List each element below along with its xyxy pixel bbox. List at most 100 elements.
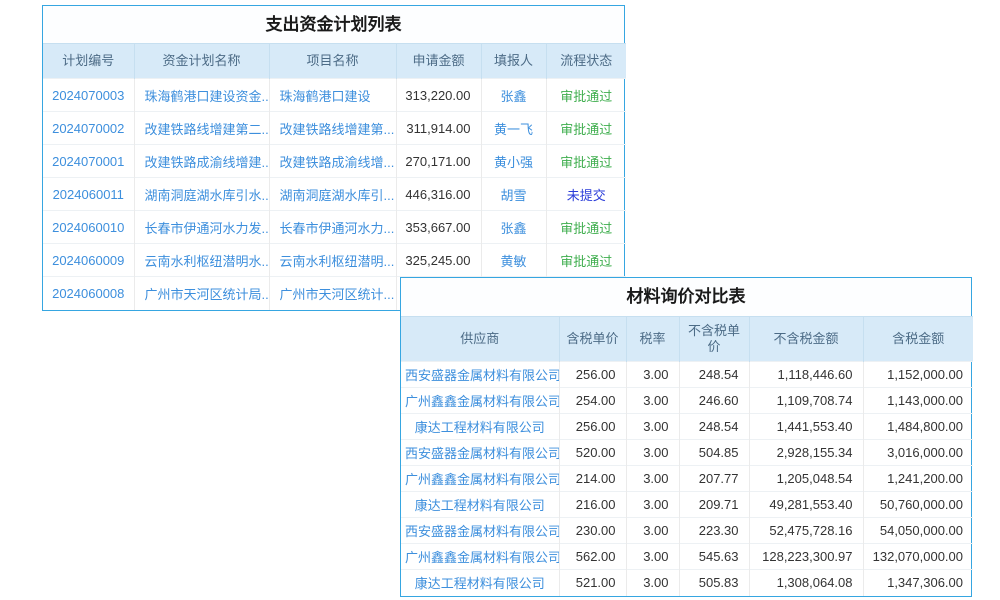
tax-rate-cell: 3.00 bbox=[626, 518, 679, 544]
unit-price-no-tax-cell: 209.71 bbox=[679, 492, 749, 518]
plan-name-cell[interactable]: 长春市伊通河水力发... bbox=[134, 211, 269, 244]
expense-table-row[interactable]: 2024060010 长春市伊通河水力发... 长春市伊通河水力... 353,… bbox=[43, 211, 626, 244]
expense-table-row[interactable]: 2024070001 改建铁路成渝线增建... 改建铁路成渝线增... 270,… bbox=[43, 145, 626, 178]
amount-no-tax-cell: 1,205,048.54 bbox=[749, 466, 863, 492]
supplier-cell[interactable]: 广州鑫鑫金属材料有限公司 bbox=[401, 466, 559, 492]
supplier-cell[interactable]: 康达工程材料有限公司 bbox=[401, 414, 559, 440]
plan-id-cell[interactable]: 2024060008 bbox=[43, 277, 134, 310]
expense-table: 计划编号 资金计划名称 项目名称 申请金额 填报人 流程状态 202407000… bbox=[43, 43, 626, 310]
unit-price-tax-cell: 254.00 bbox=[559, 388, 626, 414]
plan-name-cell[interactable]: 改建铁路成渝线增建... bbox=[134, 145, 269, 178]
unit-price-no-tax-cell: 504.85 bbox=[679, 440, 749, 466]
reporter-cell: 胡雪 bbox=[481, 178, 546, 211]
amount-no-tax-cell: 49,281,553.40 bbox=[749, 492, 863, 518]
inquiry-table-row[interactable]: 康达工程材料有限公司 521.00 3.00 505.83 1,308,064.… bbox=[401, 570, 973, 596]
expense-table-row[interactable]: 2024070002 改建铁路线增建第二... 改建铁路线增建第... 311,… bbox=[43, 112, 626, 145]
amount-tax-cell: 132,070,000.00 bbox=[863, 544, 973, 570]
expense-table-row[interactable]: 2024060011 湖南洞庭湖水库引水... 湖南洞庭湖水库引... 446,… bbox=[43, 178, 626, 211]
status-cell: 未提交 bbox=[546, 178, 626, 211]
column-header-reporter: 填报人 bbox=[481, 44, 546, 79]
inquiry-table-row[interactable]: 广州鑫鑫金属材料有限公司 254.00 3.00 246.60 1,109,70… bbox=[401, 388, 973, 414]
amount-tax-cell: 1,152,000.00 bbox=[863, 362, 973, 388]
inquiry-table-row[interactable]: 广州鑫鑫金属材料有限公司 214.00 3.00 207.77 1,205,04… bbox=[401, 466, 973, 492]
project-name-cell[interactable]: 广州市天河区统计... bbox=[269, 277, 396, 310]
plan-id-cell[interactable]: 2024060009 bbox=[43, 244, 134, 277]
inquiry-table-row[interactable]: 广州鑫鑫金属材料有限公司 562.00 3.00 545.63 128,223,… bbox=[401, 544, 973, 570]
unit-price-no-tax-cell: 246.60 bbox=[679, 388, 749, 414]
reporter-cell: 张鑫 bbox=[481, 79, 546, 112]
unit-price-tax-cell: 230.00 bbox=[559, 518, 626, 544]
inquiry-table-row[interactable]: 西安盛器金属材料有限公司 256.00 3.00 248.54 1,118,44… bbox=[401, 362, 973, 388]
plan-id-cell[interactable]: 2024060011 bbox=[43, 178, 134, 211]
plan-id-cell[interactable]: 2024070001 bbox=[43, 145, 134, 178]
column-header-amount: 申请金额 bbox=[396, 44, 481, 79]
column-header-unit-price-no-tax: 不含税单价 bbox=[679, 317, 749, 362]
inquiry-table-row[interactable]: 康达工程材料有限公司 216.00 3.00 209.71 49,281,553… bbox=[401, 492, 973, 518]
inquiry-table-row[interactable]: 西安盛器金属材料有限公司 230.00 3.00 223.30 52,475,7… bbox=[401, 518, 973, 544]
plan-name-cell[interactable]: 云南水利枢纽潜明水... bbox=[134, 244, 269, 277]
supplier-cell[interactable]: 西安盛器金属材料有限公司 bbox=[401, 362, 559, 388]
column-header-status: 流程状态 bbox=[546, 44, 626, 79]
status-cell: 审批通过 bbox=[546, 244, 626, 277]
amount-tax-cell: 1,241,200.00 bbox=[863, 466, 973, 492]
supplier-cell[interactable]: 广州鑫鑫金属材料有限公司 bbox=[401, 388, 559, 414]
material-inquiry-comparison-card: 材料询价对比表 供应商 含税单价 税率 不含税单价 不含税金额 含税金额 bbox=[400, 277, 972, 597]
reporter-cell: 黄一飞 bbox=[481, 112, 546, 145]
tax-rate-cell: 3.00 bbox=[626, 414, 679, 440]
inquiry-table-row[interactable]: 康达工程材料有限公司 256.00 3.00 248.54 1,441,553.… bbox=[401, 414, 973, 440]
unit-price-no-tax-cell: 505.83 bbox=[679, 570, 749, 596]
plan-name-cell[interactable]: 珠海鹤港口建设资金... bbox=[134, 79, 269, 112]
expense-table-title: 支出资金计划列表 bbox=[43, 6, 624, 43]
expense-table-row[interactable]: 2024070003 珠海鹤港口建设资金... 珠海鹤港口建设 313,220.… bbox=[43, 79, 626, 112]
status-cell: 审批通过 bbox=[546, 79, 626, 112]
unit-price-tax-cell: 520.00 bbox=[559, 440, 626, 466]
supplier-cell[interactable]: 康达工程材料有限公司 bbox=[401, 492, 559, 518]
inquiry-table-row[interactable]: 西安盛器金属材料有限公司 520.00 3.00 504.85 2,928,15… bbox=[401, 440, 973, 466]
amount-cell: 325,245.00 bbox=[396, 244, 481, 277]
plan-name-cell[interactable]: 湖南洞庭湖水库引水... bbox=[134, 178, 269, 211]
amount-cell: 313,220.00 bbox=[396, 79, 481, 112]
expense-table-header-row: 计划编号 资金计划名称 项目名称 申请金额 填报人 流程状态 bbox=[43, 44, 626, 79]
amount-cell: 270,171.00 bbox=[396, 145, 481, 178]
project-name-cell[interactable]: 云南水利枢纽潜明... bbox=[269, 244, 396, 277]
amount-cell: 446,316.00 bbox=[396, 178, 481, 211]
supplier-cell[interactable]: 西安盛器金属材料有限公司 bbox=[401, 518, 559, 544]
plan-id-cell[interactable]: 2024070003 bbox=[43, 79, 134, 112]
amount-tax-cell: 50,760,000.00 bbox=[863, 492, 973, 518]
plan-name-cell[interactable]: 改建铁路线增建第二... bbox=[134, 112, 269, 145]
plan-name-cell[interactable]: 广州市天河区统计局... bbox=[134, 277, 269, 310]
amount-no-tax-cell: 1,118,446.60 bbox=[749, 362, 863, 388]
plan-id-cell[interactable]: 2024060010 bbox=[43, 211, 134, 244]
unit-price-no-tax-cell: 223.30 bbox=[679, 518, 749, 544]
supplier-cell[interactable]: 西安盛器金属材料有限公司 bbox=[401, 440, 559, 466]
project-name-cell[interactable]: 湖南洞庭湖水库引... bbox=[269, 178, 396, 211]
tax-rate-cell: 3.00 bbox=[626, 440, 679, 466]
amount-cell: 311,914.00 bbox=[396, 112, 481, 145]
project-name-cell[interactable]: 长春市伊通河水力... bbox=[269, 211, 396, 244]
expense-table-row[interactable]: 2024060009 云南水利枢纽潜明水... 云南水利枢纽潜明... 325,… bbox=[43, 244, 626, 277]
inquiry-table-title: 材料询价对比表 bbox=[401, 278, 971, 316]
project-name-cell[interactable]: 珠海鹤港口建设 bbox=[269, 79, 396, 112]
project-name-cell[interactable]: 改建铁路线增建第... bbox=[269, 112, 396, 145]
page-background: 支出资金计划列表 计划编号 资金计划名称 项目名称 申请金额 填报人 流程状态 bbox=[0, 0, 1000, 600]
plan-id-cell[interactable]: 2024070002 bbox=[43, 112, 134, 145]
unit-price-tax-cell: 214.00 bbox=[559, 466, 626, 492]
column-header-amount-tax: 含税金额 bbox=[863, 317, 973, 362]
status-cell: 审批通过 bbox=[546, 211, 626, 244]
column-header-plan-id: 计划编号 bbox=[43, 44, 134, 79]
column-header-project-name: 项目名称 bbox=[269, 44, 396, 79]
unit-price-no-tax-cell: 248.54 bbox=[679, 362, 749, 388]
amount-tax-cell: 1,484,800.00 bbox=[863, 414, 973, 440]
supplier-cell[interactable]: 康达工程材料有限公司 bbox=[401, 570, 559, 596]
inquiry-table: 供应商 含税单价 税率 不含税单价 不含税金额 含税金额 西安盛器金属材料有限公… bbox=[401, 316, 973, 596]
supplier-cell[interactable]: 广州鑫鑫金属材料有限公司 bbox=[401, 544, 559, 570]
project-name-cell[interactable]: 改建铁路成渝线增... bbox=[269, 145, 396, 178]
amount-tax-cell: 1,347,306.00 bbox=[863, 570, 973, 596]
amount-no-tax-cell: 1,109,708.74 bbox=[749, 388, 863, 414]
tax-rate-cell: 3.00 bbox=[626, 362, 679, 388]
reporter-cell: 张鑫 bbox=[481, 211, 546, 244]
unit-price-tax-cell: 562.00 bbox=[559, 544, 626, 570]
amount-tax-cell: 3,016,000.00 bbox=[863, 440, 973, 466]
tax-rate-cell: 3.00 bbox=[626, 466, 679, 492]
amount-tax-cell: 54,050,000.00 bbox=[863, 518, 973, 544]
